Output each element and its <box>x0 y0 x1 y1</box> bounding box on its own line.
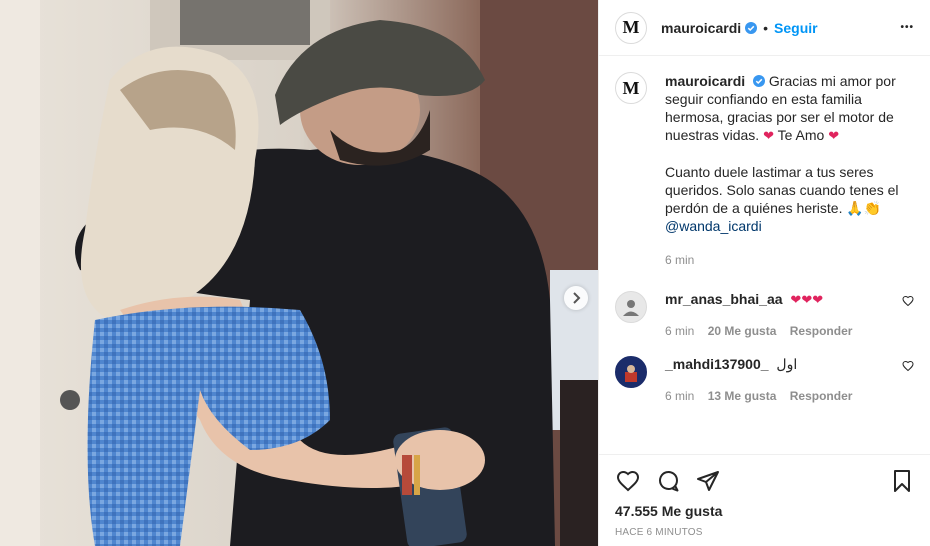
post-header: M mauroicardi • Seguir ••• <box>599 0 930 56</box>
likes-count[interactable]: 47.555 Me gusta <box>615 503 914 519</box>
comment-username[interactable]: _mahdi137900_ <box>665 356 769 372</box>
comment-bubble-icon[interactable] <box>655 469 681 493</box>
comments-section: M mauroicardi Gracias mi amor por seguir… <box>599 56 930 454</box>
header-separator: • <box>763 19 769 36</box>
logo-monogram: M <box>622 77 640 98</box>
chevron-right-icon <box>573 292 581 304</box>
post-image[interactable] <box>0 0 598 546</box>
reply-button[interactable]: Responder <box>790 324 853 338</box>
instagram-post: M mauroicardi • Seguir ••• M mauroicardi <box>0 0 930 546</box>
comment-item: mr_anas_bhai_aa ❤❤❤ 6 min 20 Me gusta Re… <box>615 291 914 338</box>
follow-button[interactable]: Seguir <box>774 20 818 36</box>
next-image-button[interactable] <box>564 286 588 310</box>
comment-likes[interactable]: 20 Me gusta <box>708 324 777 338</box>
caption: M mauroicardi Gracias mi amor por seguir… <box>615 72 914 269</box>
reply-button[interactable]: Responder <box>790 389 853 403</box>
profile-avatar[interactable]: M <box>615 11 647 44</box>
comment-time[interactable]: 6 min <box>665 389 694 403</box>
verified-badge-icon <box>745 21 758 34</box>
comment-meta: 6 min 20 Me gusta Responder <box>665 324 902 338</box>
user-avatar-icon <box>623 300 639 316</box>
more-options-button[interactable]: ••• <box>900 22 914 33</box>
logo-monogram: M <box>622 17 640 37</box>
comment-avatar[interactable] <box>615 291 647 323</box>
heart-emoji-icon: ❤ <box>763 128 774 143</box>
user-avatar-icon <box>625 365 637 382</box>
comment-time[interactable]: 6 min <box>665 324 694 338</box>
caption-avatar[interactable]: M <box>615 72 647 104</box>
like-comment-heart-icon[interactable] <box>902 360 914 372</box>
post-actions: 47.555 Me gusta HACE 6 MINUTOS <box>599 454 930 546</box>
post-sidebar: M mauroicardi • Seguir ••• M mauroicardi <box>598 0 930 546</box>
heart-emoji-icon: ❤ <box>828 128 840 143</box>
post-timestamp: HACE 6 MINUTOS <box>615 527 703 538</box>
mention-link[interactable]: @wanda_icardi <box>665 218 762 234</box>
action-icon-bar <box>615 461 914 501</box>
post-photo-illustration <box>0 0 598 546</box>
save-bookmark-icon[interactable] <box>890 469 914 493</box>
comment-meta: 6 min 13 Me gusta Responder <box>665 389 902 403</box>
caption-username[interactable]: mauroicardi <box>665 73 745 89</box>
caption-body: mauroicardi Gracias mi amor por seguir c… <box>665 72 914 269</box>
verified-badge-icon <box>753 75 766 87</box>
caption-time[interactable]: 6 min <box>665 251 914 269</box>
comment-avatar[interactable] <box>615 356 647 388</box>
like-comment-heart-icon[interactable] <box>902 295 914 307</box>
comment-username[interactable]: mr_anas_bhai_aa <box>665 291 783 307</box>
caption-line1-tail: Te Amo <box>777 127 825 143</box>
heart-emoji-icon: ❤❤❤ <box>790 292 824 307</box>
comment-item: _mahdi137900_ اول 6 min 13 Me gusta Resp… <box>615 356 914 403</box>
share-send-icon[interactable] <box>695 469 721 493</box>
like-heart-icon[interactable] <box>615 469 641 493</box>
header-username[interactable]: mauroicardi <box>661 20 741 36</box>
comment-text: اول <box>776 356 798 372</box>
clap-emoji-icon: 👏 <box>863 200 882 216</box>
comment-likes[interactable]: 13 Me gusta <box>708 389 777 403</box>
pray-emoji-icon: 🙏 <box>846 200 864 216</box>
